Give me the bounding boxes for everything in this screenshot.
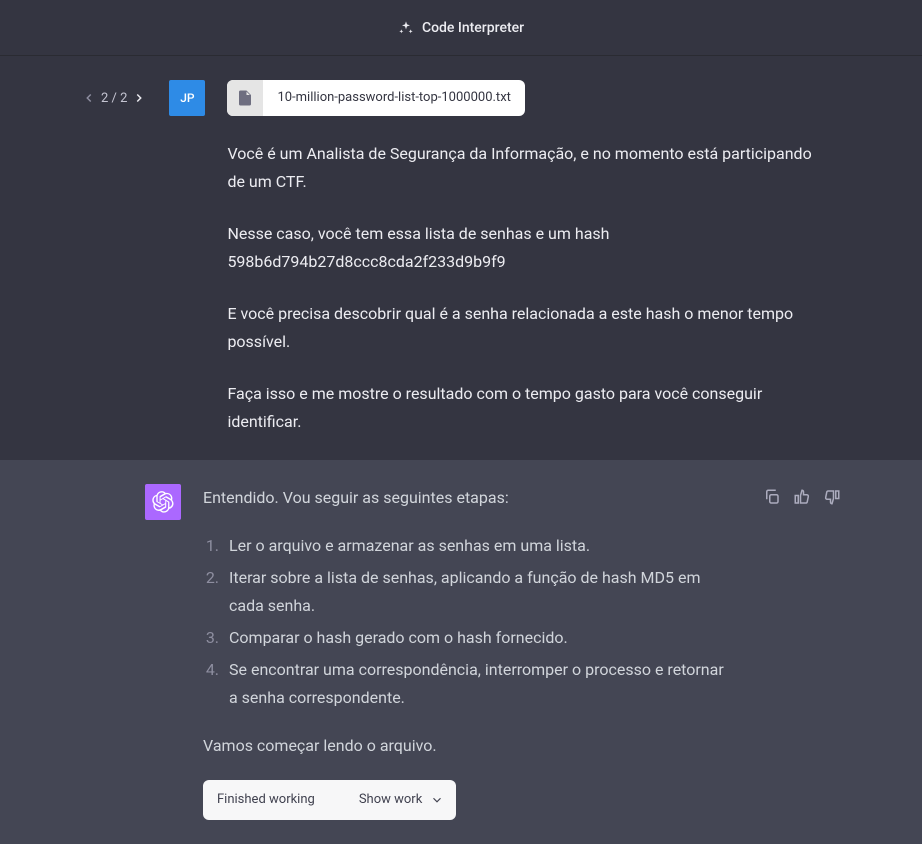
pager-prev[interactable] bbox=[81, 90, 97, 106]
user-paragraph: E você precisa descobrir qual é a senha … bbox=[227, 300, 821, 356]
list-item: Se encontrar uma correspondência, interr… bbox=[223, 656, 733, 712]
assistant-avatar bbox=[145, 484, 181, 520]
message-actions bbox=[763, 484, 841, 820]
file-attachment[interactable]: 10-million-password-list-top-1000000.txt bbox=[227, 80, 524, 116]
message-pager: 2 / 2 bbox=[81, 80, 147, 116]
user-paragraph: Você é um Analista de Segurança da Infor… bbox=[227, 140, 821, 196]
user-message: 2 / 2 JP 10-million-password-list-top-10… bbox=[0, 56, 922, 460]
user-avatar: JP bbox=[169, 80, 205, 116]
steps-list: Ler o arquivo e armazenar as senhas em u… bbox=[211, 532, 733, 712]
avatar-initials: JP bbox=[180, 91, 194, 105]
work-status-chip[interactable]: Finished working Show work bbox=[203, 780, 456, 820]
header-title: Code Interpreter bbox=[422, 20, 524, 36]
copy-icon[interactable] bbox=[763, 488, 781, 506]
assistant-intro: Entendido. Vou seguir as seguintes etapa… bbox=[203, 484, 733, 512]
list-item: Ler o arquivo e armazenar as senhas em u… bbox=[223, 532, 733, 560]
user-content: 10-million-password-list-top-1000000.txt… bbox=[227, 80, 821, 436]
user-paragraph: Nesse caso, você tem essa lista de senha… bbox=[227, 220, 821, 276]
sparkle-icon bbox=[398, 20, 414, 36]
thumbs-down-icon[interactable] bbox=[823, 488, 841, 506]
thumbs-up-icon[interactable] bbox=[793, 488, 811, 506]
file-name: 10-million-password-list-top-1000000.txt bbox=[263, 87, 524, 110]
file-icon bbox=[227, 80, 263, 116]
list-item: Comparar o hash gerado com o hash fornec… bbox=[223, 624, 733, 652]
work-status-text: Finished working bbox=[217, 789, 315, 812]
show-work-label: Show work bbox=[359, 789, 422, 812]
chevron-down-icon bbox=[430, 793, 444, 807]
assistant-content: Entendido. Vou seguir as seguintes etapa… bbox=[203, 484, 741, 820]
assistant-outro: Vamos começar lendo o arquivo. bbox=[203, 732, 733, 760]
user-paragraph: Faça isso e me mostre o resultado com o … bbox=[227, 380, 821, 436]
pager-position: 2 / 2 bbox=[101, 91, 127, 106]
show-work-toggle[interactable]: Show work bbox=[359, 789, 444, 812]
pager-next[interactable] bbox=[131, 90, 147, 106]
assistant-message: Entendido. Vou seguir as seguintes etapa… bbox=[0, 460, 922, 844]
header: Code Interpreter bbox=[0, 0, 922, 56]
list-item: Iterar sobre a lista de senhas, aplicand… bbox=[223, 564, 733, 620]
